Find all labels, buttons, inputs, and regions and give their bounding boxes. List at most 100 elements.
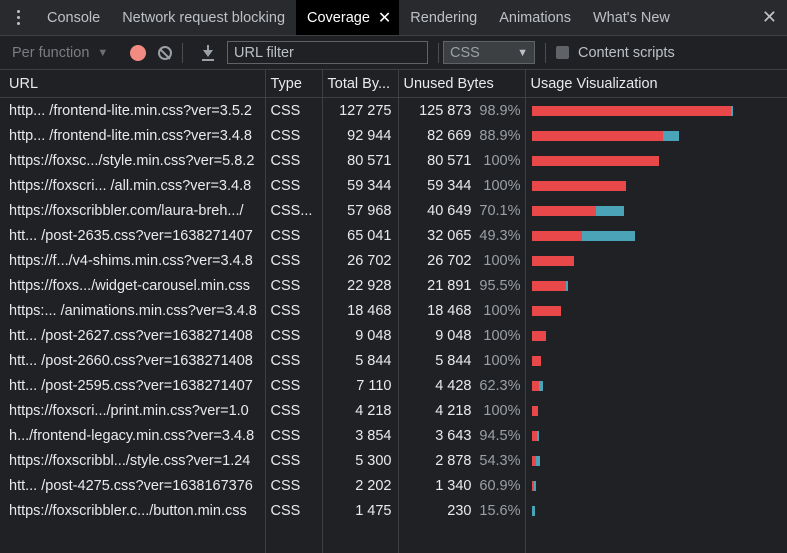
column-header-total-bytes[interactable]: Total By... [322,70,399,98]
table-row[interactable]: http... /frontend-lite.min.css?ver=3.5.2… [0,97,787,123]
table-row[interactable]: https://foxscribbler.c.../button.min.css… [0,498,787,523]
table-row[interactable]: https://foxscri... /all.min.css?ver=3.4.… [0,173,787,198]
cell-url: htt... /post-2595.css?ver=1638271407 [0,373,266,398]
close-tab-icon[interactable]: ✕ [378,8,391,28]
cell-usage-visualization [525,398,787,423]
chevron-down-icon: ▼ [97,46,109,59]
cell-total-bytes: 4 218 [322,398,399,423]
usage-bar [531,380,783,391]
table-row[interactable]: https://foxscribbl.../style.css?ver=1.24… [0,448,787,473]
unused-bytes-value: 230 [447,502,472,519]
tab-what-s-new[interactable]: What's New [582,0,681,35]
cell-usage-visualization [525,473,787,498]
type-filter-value: CSS [450,44,480,61]
table-row[interactable]: https://foxscribbler.com/laura-breh.../C… [0,198,787,223]
record-icon[interactable] [130,44,146,61]
cell-unused-bytes: 32 065 49.3% [398,223,526,248]
filler-cell [0,523,266,553]
usage-bar [531,155,783,166]
unused-percent: 100% [483,327,521,344]
usage-bar [531,430,783,441]
cell-url: htt... /post-2660.css?ver=1638271408 [0,348,266,373]
close-drawer-icon[interactable]: ✕ [762,0,777,35]
usage-bar [531,205,783,216]
table-row[interactable]: htt... /post-2660.css?ver=1638271408 CSS 5… [0,348,787,373]
table-row[interactable]: htt... /post-2595.css?ver=1638271407 CSS 7… [0,373,787,398]
cell-usage-visualization [525,148,787,173]
filler-cell [322,523,399,553]
unused-bytes-value: 5 844 [435,352,472,369]
table-row[interactable]: htt... /post-2635.css?ver=1638271407 CSS 6… [0,223,787,248]
unused-bytes-bar [531,405,539,416]
cell-total-bytes: 2 202 [322,473,399,498]
usage-bar [531,505,783,516]
download-icon[interactable] [199,44,217,61]
cell-unused-bytes: 80 571 100% [398,148,526,173]
cell-usage-visualization [525,173,787,198]
used-bytes-bar [537,430,540,441]
cell-type: CSS [265,498,323,523]
table-row[interactable]: htt... /post-2627.css?ver=1638271408 CSS 9… [0,323,787,348]
tab-rendering[interactable]: Rendering [399,0,488,35]
unused-percent: 70.1% [479,202,521,219]
unused-bytes-value: 4 428 [435,377,472,394]
cell-type: CSS [265,423,323,448]
cell-url: htt... /post-2627.css?ver=1638271408 [0,323,266,348]
unused-percent: 100% [483,177,521,194]
devtools-tab-bar: Console Network request blocking Coverage ✕… [0,0,787,36]
tab-console[interactable]: Console [36,0,111,35]
unused-bytes-bar [531,305,561,316]
tab-network-request-blocking[interactable]: Network request blocking [111,0,296,35]
unused-bytes-value: 9 048 [435,327,472,344]
cell-type: CSS [265,273,323,298]
cell-unused-bytes: 21 891 95.5% [398,273,526,298]
column-header-usage-visualization[interactable]: Usage Visualization [525,70,787,98]
type-filter-select[interactable]: CSS ▼ [443,41,535,64]
cell-url: htt... /post-2635.css?ver=1638271407 [0,223,266,248]
cell-total-bytes: 65 041 [322,223,399,248]
cell-url: https://foxscri... /all.min.css?ver=3.4.… [0,173,266,198]
column-header-type[interactable]: Type [265,70,323,98]
coverage-mode-select[interactable]: Per function ▼ [6,45,116,61]
content-scripts-checkbox[interactable] [556,46,569,59]
cell-usage-visualization [525,423,787,448]
cell-type: CSS [265,223,323,248]
unused-bytes-bar [531,205,596,216]
unused-bytes-bar [531,280,567,291]
cell-url: http... /frontend-lite.min.css?ver=3.5.2 [0,97,266,123]
tab-animations[interactable]: Animations [488,0,582,35]
table-row[interactable]: h.../frontend-legacy.min.css?ver=3.4.8 CS… [0,423,787,448]
clear-icon[interactable] [158,45,172,60]
url-filter-input[interactable] [227,41,428,64]
usage-bar [531,455,783,466]
used-bytes-bar [731,105,734,116]
unused-bytes-bar [531,255,574,266]
chevron-down-icon: ▼ [517,46,528,59]
tab-label: What's New [592,9,670,26]
unused-bytes-value: 32 065 [427,227,472,244]
unused-bytes-bar [531,230,583,241]
unused-percent: 15.6% [479,502,521,519]
cell-type: CSS... [265,198,323,223]
cell-total-bytes: 26 702 [322,248,399,273]
tab-label: Rendering [410,9,478,26]
more-tabs-menu-icon[interactable] [0,0,36,35]
cell-total-bytes: 92 944 [322,123,399,148]
cell-unused-bytes: 4 218 100% [398,398,526,423]
column-header-url[interactable]: URL [0,70,266,98]
unused-bytes-bar [531,155,660,166]
cell-type: CSS [265,123,323,148]
table-row[interactable]: https://foxscri.../print.min.css?ver=1.0… [0,398,787,423]
table-row[interactable]: http... /frontend-lite.min.css?ver=3.4.8… [0,123,787,148]
tab-label: Coverage [307,9,370,26]
table-row[interactable]: https:... /animations.min.css?ver=3.4.8 C… [0,298,787,323]
unused-percent: 100% [483,302,521,319]
column-header-unused-bytes[interactable]: Unused Bytes [398,70,526,98]
table-row[interactable]: https://f.../v4-shims.min.css?ver=3.4.8 C… [0,248,787,273]
table-row[interactable]: https://foxsc.../style.min.css?ver=5.8.2… [0,148,787,173]
cell-total-bytes: 127 275 [322,97,399,123]
table-row[interactable]: htt... /post-4275.css?ver=1638167376 CSS 2… [0,473,787,498]
cell-url: https://f.../v4-shims.min.css?ver=3.4.8 [0,248,266,273]
table-row[interactable]: https://foxs.../widget-carousel.min.css C… [0,273,787,298]
tab-coverage[interactable]: Coverage ✕ [296,0,400,35]
